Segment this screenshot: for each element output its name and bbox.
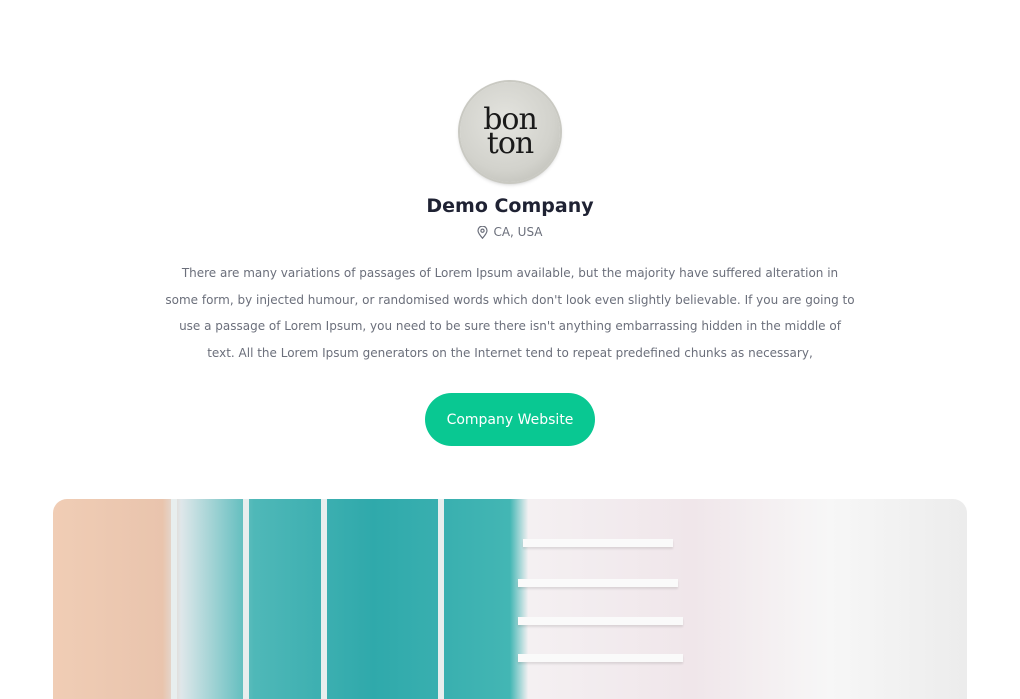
company-name: Demo Company: [426, 195, 594, 217]
logo-text-bottom: ton: [486, 126, 534, 161]
company-location: CA, USA: [0, 225, 1020, 239]
company-website-button[interactable]: Company Website: [425, 393, 595, 446]
company-description: There are many variations of passages of…: [165, 266, 855, 361]
location-text: CA, USA: [493, 225, 543, 239]
office-photo: [53, 499, 967, 699]
company-logo: bon ton: [460, 82, 560, 182]
map-pin-icon: [477, 225, 489, 239]
